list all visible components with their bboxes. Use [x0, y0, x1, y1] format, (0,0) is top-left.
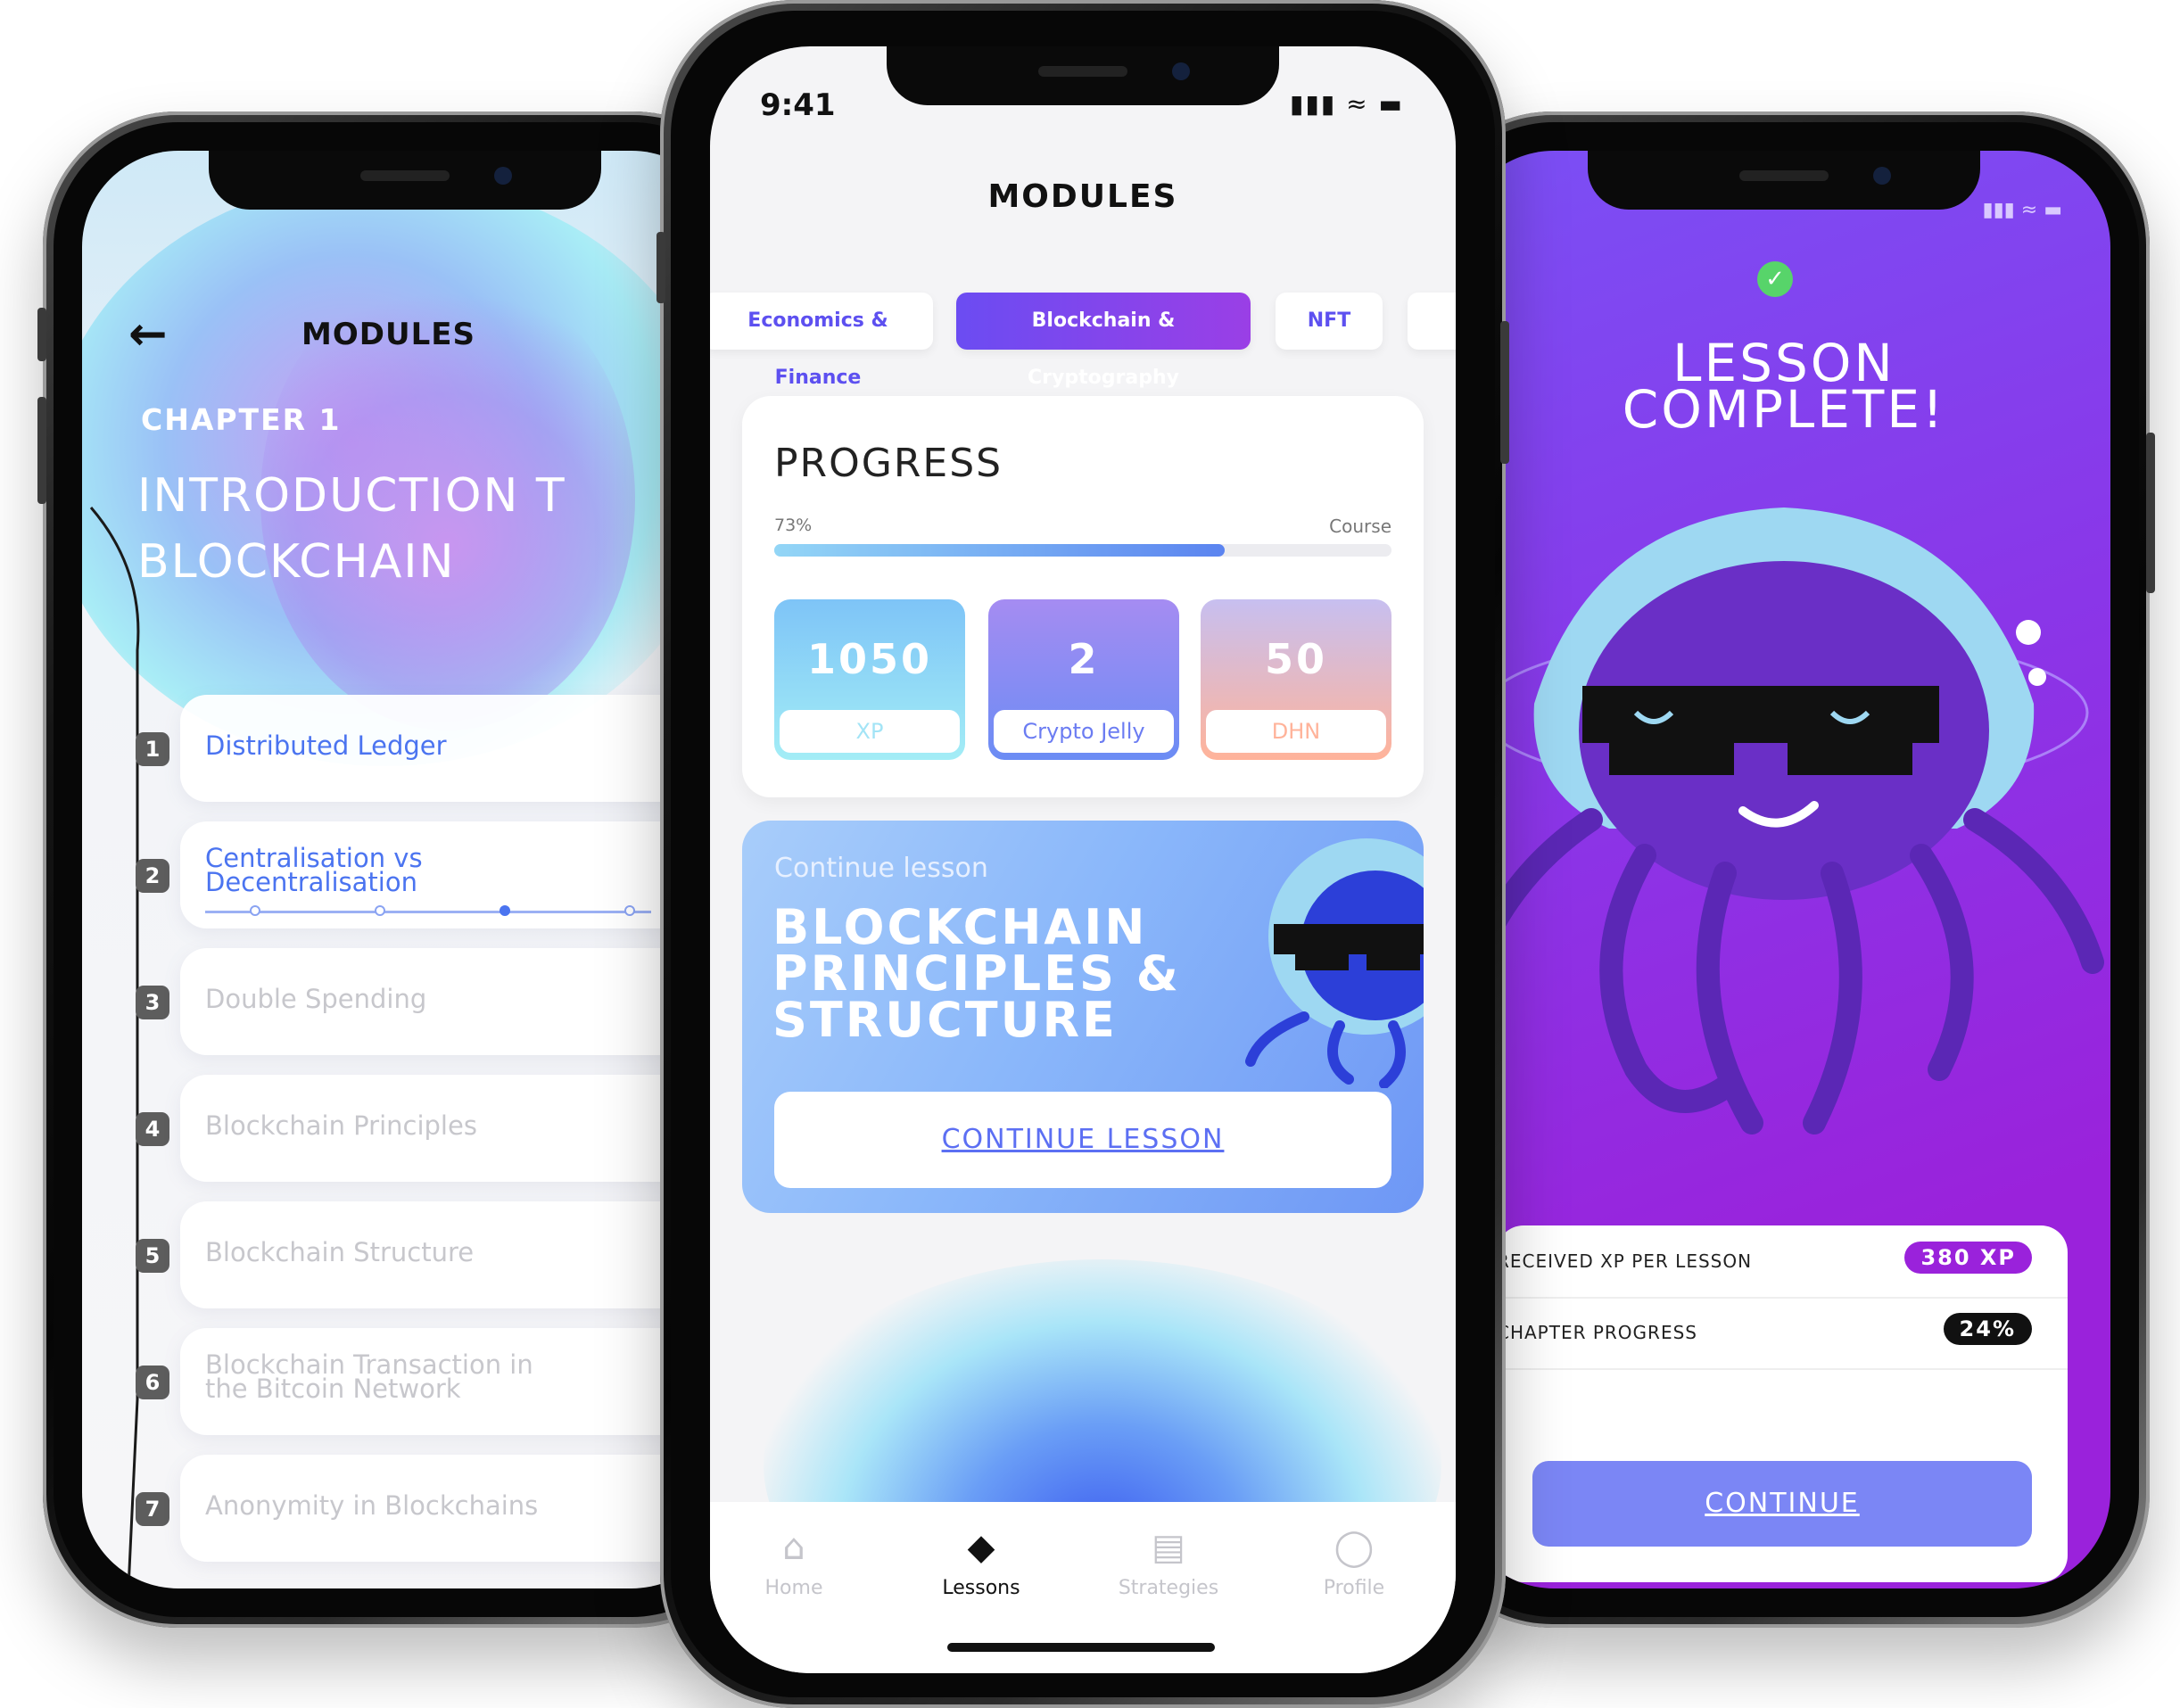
check-icon: ✓ — [1757, 261, 1793, 297]
home-indicator — [947, 1643, 1215, 1652]
lesson-number: 6 — [136, 1366, 169, 1399]
tab-label: Home — [764, 1577, 823, 1599]
notch — [887, 46, 1279, 105]
page-title: MODULES — [301, 317, 475, 352]
chapter-progress-badge: 24% — [1943, 1313, 2032, 1345]
stat-value: 2 — [1068, 635, 1100, 683]
continue-lesson-title: BLOCKCHAIN PRINCIPLES & STRUCTURE — [772, 899, 1181, 1048]
side-button — [37, 308, 46, 361]
xp-badge: 380 XP — [1904, 1242, 2032, 1274]
stat-dhn: 50 DHN — [1201, 599, 1391, 760]
tab-economics-finance[interactable]: Economics & Finance — [710, 293, 933, 389]
status-icons: ▮▮▮ ≈ ▬ — [1290, 89, 1404, 119]
lesson-number: 2 — [136, 859, 169, 893]
results-panel: RECEIVED XP PER LESSON 380 XP CHAPTER PR… — [1497, 1225, 2068, 1582]
lesson-title: Blockchain Transaction in the Bitcoin Ne… — [205, 1349, 533, 1404]
left-screen: ← MODULES CHAPTER 1 INTRODUCTION T BLOCK… — [82, 151, 728, 1588]
jellyfish-mascot-illustration — [1245, 838, 1424, 1088]
graduation-cap-icon: ◆ — [967, 1527, 995, 1568]
tab-nft[interactable]: NFT — [1276, 293, 1383, 350]
status-icons: ▮▮▮ ≈ ▬ — [1982, 199, 2062, 221]
xp-row: RECEIVED XP PER LESSON 380 XP — [1497, 1225, 2068, 1299]
lesson-title: Blockchain Principles — [205, 1110, 477, 1141]
stat-label: XP — [780, 710, 960, 753]
continue-lesson-subtitle: Continue lesson — [774, 853, 988, 884]
lesson-number: 4 — [136, 1112, 169, 1146]
jellyfish-mascot-illustration — [1464, 507, 2104, 1135]
step-dot — [250, 905, 260, 916]
tab-home[interactable]: ⌂ Home — [714, 1527, 874, 1599]
tab-profile[interactable]: ◯ Profile — [1274, 1527, 1434, 1599]
stat-label: Crypto Jelly — [994, 710, 1174, 753]
tab-label: Strategies — [1118, 1577, 1219, 1599]
progress-heading: PROGRESS — [774, 441, 1003, 486]
home-icon: ⌂ — [782, 1527, 805, 1568]
tab-blockchain-cryptography[interactable]: Blockchain & Cryptography — [956, 293, 1251, 389]
side-button — [656, 232, 665, 303]
lesson-item-anonymity[interactable]: Anonymity in Blockchains — [180, 1455, 728, 1562]
page-title: MODULES — [987, 178, 1178, 215]
lesson-item-blockchain-transaction[interactable]: Blockchain Transaction in the Bitcoin Ne… — [180, 1328, 728, 1435]
step-dot-current — [500, 905, 510, 916]
lesson-complete-title: LESSON COMPLETE! — [1622, 333, 1946, 440]
stat-xp: 1050 XP — [774, 599, 965, 760]
stat-crypto-jelly: 2 Crypto Jelly — [988, 599, 1179, 760]
lesson-title: Anonymity in Blockchains — [205, 1490, 539, 1521]
stat-value: 50 — [1264, 635, 1327, 683]
stat-value: 1050 — [806, 635, 933, 683]
progress-bar — [774, 544, 1391, 557]
lesson-number: 3 — [136, 986, 169, 1019]
user-icon: ◯ — [1334, 1527, 1375, 1568]
chart-icon: ▤ — [1152, 1527, 1185, 1568]
step-dot — [375, 905, 385, 916]
center-phone: 9:41 ▮▮▮ ≈ ▬ MODULES Economics & Finance… — [656, 0, 1509, 1708]
lesson-item-distributed-ledger[interactable]: Distributed Ledger — [180, 695, 728, 802]
xp-label: RECEIVED XP PER LESSON — [1497, 1250, 1753, 1272]
lesson-item-blockchain-principles[interactable]: Blockchain Principles — [180, 1075, 728, 1182]
stat-label: DHN — [1206, 710, 1386, 753]
chapter-progress-row: CHAPTER PROGRESS 24% — [1497, 1297, 2068, 1370]
progress-course-label: Course — [1329, 516, 1391, 537]
chapter-heading: INTRODUCTION T BLOCKCHAIN — [137, 469, 566, 589]
lesson-item-blockchain-structure[interactable]: Blockchain Structure — [180, 1201, 728, 1308]
back-arrow-icon[interactable]: ← — [128, 308, 168, 361]
chapter-progress-label: CHAPTER PROGRESS — [1497, 1322, 1697, 1343]
left-phone: ← MODULES CHAPTER 1 INTRODUCTION T BLOCK… — [37, 111, 767, 1628]
step-dot — [624, 905, 635, 916]
continue-button[interactable]: CONTINUE — [1532, 1461, 2032, 1547]
lesson-number: 1 — [136, 732, 169, 766]
lesson-number: 5 — [136, 1239, 169, 1273]
tab-more[interactable] — [1408, 293, 1456, 350]
right-screen: ▮▮▮ ≈ ▬ ✓ LESSON COMPLETE! RECEIVED XP P… — [1457, 151, 2110, 1588]
progress-bar-fill — [774, 544, 1226, 557]
tab-lessons[interactable]: ◆ Lessons — [901, 1527, 1061, 1599]
progress-percent: 73% — [774, 516, 813, 535]
lesson-step-progress — [205, 905, 651, 916]
chapter-label: CHAPTER 1 — [141, 402, 342, 437]
progress-card: PROGRESS 73% Course 1050 XP 2 Crypto Jel… — [742, 396, 1424, 797]
notch — [209, 151, 601, 210]
notch — [1588, 151, 1980, 210]
right-phone: ▮▮▮ ≈ ▬ ✓ LESSON COMPLETE! RECEIVED XP P… — [1418, 111, 2155, 1628]
tab-label: Profile — [1323, 1577, 1385, 1599]
side-button — [2146, 433, 2155, 593]
tab-strategies[interactable]: ▤ Strategies — [1088, 1527, 1249, 1599]
continue-lesson-card[interactable]: Continue lesson BLOCKCHAIN PRINCIPLES & … — [742, 821, 1424, 1213]
lesson-item-double-spending[interactable]: Double Spending — [180, 948, 728, 1055]
lesson-title: Blockchain Structure — [205, 1237, 475, 1267]
lesson-title: Distributed Ledger — [205, 730, 447, 761]
side-button — [1500, 321, 1509, 464]
continue-lesson-button[interactable]: CONTINUE LESSON — [774, 1092, 1391, 1188]
status-time: 9:41 — [760, 87, 836, 123]
tab-label: Lessons — [942, 1577, 1020, 1599]
side-button — [37, 397, 46, 504]
lesson-item-centralisation[interactable]: Centralisation vs Decentralisation — [180, 821, 728, 928]
lesson-number: 7 — [136, 1492, 169, 1526]
lesson-title: Double Spending — [205, 984, 427, 1014]
lesson-title: Centralisation vs Decentralisation — [205, 843, 423, 897]
center-screen: 9:41 ▮▮▮ ≈ ▬ MODULES Economics & Finance… — [710, 46, 1456, 1673]
